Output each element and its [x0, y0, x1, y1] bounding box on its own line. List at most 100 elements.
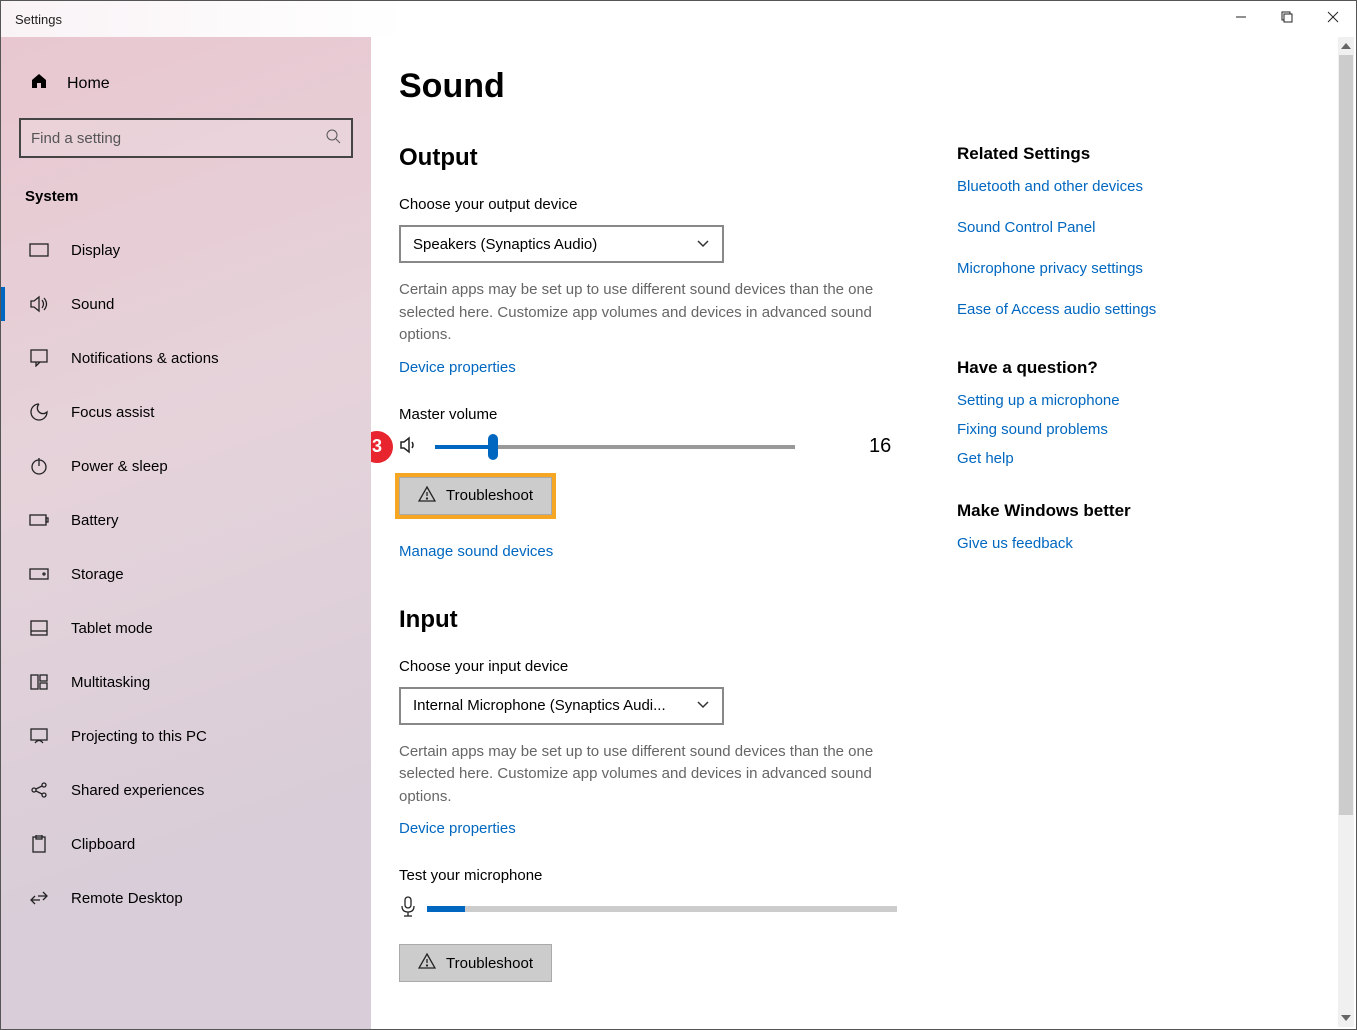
- search-input[interactable]: [31, 130, 325, 147]
- output-device-value: Speakers (Synaptics Audio): [413, 236, 597, 253]
- manage-sound-devices-link[interactable]: Manage sound devices: [399, 543, 553, 560]
- remote-desktop-icon: [29, 888, 49, 908]
- input-choose-label: Choose your input device: [399, 658, 909, 675]
- sidebar-item-storage[interactable]: Storage: [1, 547, 371, 601]
- tablet-icon: [29, 618, 49, 638]
- make-windows-better-heading: Make Windows better: [957, 501, 1207, 521]
- sidebar-item-remote-desktop[interactable]: Remote Desktop: [1, 871, 371, 925]
- display-icon: [29, 240, 49, 260]
- sidebar-item-projecting[interactable]: Projecting to this PC: [1, 709, 371, 763]
- window-controls: [1218, 1, 1356, 33]
- sidebar-item-label: Focus assist: [71, 404, 154, 421]
- chevron-down-icon: [696, 697, 710, 714]
- battery-icon: [29, 510, 49, 530]
- mic-level-row: [399, 896, 909, 922]
- input-desc: Certain apps may be set up to use differ…: [399, 741, 909, 809]
- callout-badge: 3: [371, 431, 393, 463]
- storage-icon: [29, 564, 49, 584]
- focus-assist-icon: [29, 402, 49, 422]
- output-device-select[interactable]: Speakers (Synaptics Audio): [399, 225, 724, 263]
- scrollbar-thumb[interactable]: [1339, 55, 1353, 815]
- titlebar: Settings: [1, 1, 1356, 37]
- warning-icon: [418, 952, 436, 974]
- sidebar-item-display[interactable]: Display: [1, 223, 371, 277]
- window-title: Settings: [15, 12, 62, 27]
- sidebar-item-label: Battery: [71, 512, 119, 529]
- maximize-button[interactable]: [1264, 1, 1310, 33]
- related-link-microphone-privacy[interactable]: Microphone privacy settings: [957, 260, 1207, 277]
- master-volume-label: Master volume: [399, 406, 909, 423]
- volume-slider[interactable]: [435, 445, 795, 449]
- volume-value: 16: [869, 435, 891, 458]
- speaker-icon: [399, 435, 421, 459]
- sidebar-item-battery[interactable]: Battery: [1, 493, 371, 547]
- output-heading: Output: [399, 144, 909, 172]
- category-label: System: [19, 182, 353, 223]
- input-troubleshoot-button[interactable]: Troubleshoot: [399, 944, 552, 982]
- troubleshoot-label: Troubleshoot: [446, 955, 533, 972]
- related-link-bluetooth[interactable]: Bluetooth and other devices: [957, 178, 1207, 195]
- sidebar-item-shared-experiences[interactable]: Shared experiences: [1, 763, 371, 817]
- sidebar-item-label: Tablet mode: [71, 620, 153, 637]
- search-icon: [325, 128, 341, 148]
- sidebar-item-label: Projecting to this PC: [71, 728, 207, 745]
- scroll-down-button[interactable]: [1338, 1009, 1354, 1027]
- sidebar-item-label: Storage: [71, 566, 124, 583]
- sidebar-item-notifications[interactable]: Notifications & actions: [1, 331, 371, 385]
- multitasking-icon: [29, 672, 49, 692]
- input-device-select[interactable]: Internal Microphone (Synaptics Audi...: [399, 687, 724, 725]
- help-link-fix-sound[interactable]: Fixing sound problems: [957, 421, 1207, 438]
- sidebar-item-focus-assist[interactable]: Focus assist: [1, 385, 371, 439]
- clipboard-icon: [29, 834, 49, 854]
- sidebar-item-label: Shared experiences: [71, 782, 204, 799]
- sidebar-item-label: Multitasking: [71, 674, 150, 691]
- sidebar-item-label: Remote Desktop: [71, 890, 183, 907]
- mic-level-meter: [427, 906, 897, 912]
- page-title: Sound: [399, 67, 1298, 106]
- warning-icon: [418, 485, 436, 507]
- nav-list: Display Sound Notifications & actions Fo…: [1, 223, 371, 925]
- input-device-value: Internal Microphone (Synaptics Audi...: [413, 697, 666, 714]
- home-link[interactable]: Home: [19, 63, 353, 118]
- sidebar-item-label: Sound: [71, 296, 114, 313]
- projecting-icon: [29, 726, 49, 746]
- close-button[interactable]: [1310, 1, 1356, 33]
- sidebar-item-power-sleep[interactable]: Power & sleep: [1, 439, 371, 493]
- related-link-sound-control-panel[interactable]: Sound Control Panel: [957, 219, 1207, 236]
- sidebar-item-label: Display: [71, 242, 120, 259]
- input-device-properties-link[interactable]: Device properties: [399, 820, 516, 837]
- sidebar: Home System Display Sound Notifications …: [1, 37, 371, 1029]
- output-choose-label: Choose your output device: [399, 196, 909, 213]
- have-question-heading: Have a question?: [957, 358, 1207, 378]
- output-desc: Certain apps may be set up to use differ…: [399, 279, 909, 347]
- sound-icon: [29, 294, 49, 314]
- search-box[interactable]: [19, 118, 353, 158]
- sidebar-item-label: Clipboard: [71, 836, 135, 853]
- output-troubleshoot-button[interactable]: Troubleshoot: [399, 477, 552, 515]
- notifications-icon: [29, 348, 49, 368]
- help-link-setup-microphone[interactable]: Setting up a microphone: [957, 392, 1207, 409]
- home-label: Home: [67, 75, 110, 93]
- output-device-properties-link[interactable]: Device properties: [399, 359, 516, 376]
- sidebar-item-label: Notifications & actions: [71, 350, 219, 367]
- microphone-icon: [399, 896, 417, 922]
- shared-icon: [29, 780, 49, 800]
- power-icon: [29, 456, 49, 476]
- scrollbar[interactable]: [1338, 37, 1354, 1027]
- minimize-button[interactable]: [1218, 1, 1264, 33]
- troubleshoot-label: Troubleshoot: [446, 487, 533, 504]
- sidebar-item-multitasking[interactable]: Multitasking: [1, 655, 371, 709]
- chevron-down-icon: [696, 236, 710, 253]
- feedback-link[interactable]: Give us feedback: [957, 535, 1207, 552]
- sidebar-item-clipboard[interactable]: Clipboard: [1, 817, 371, 871]
- help-link-get-help[interactable]: Get help: [957, 450, 1207, 467]
- related-settings-heading: Related Settings: [957, 144, 1207, 164]
- main-content: Sound Output Choose your output device S…: [371, 37, 1356, 1029]
- master-volume-row: 3 16: [399, 435, 909, 459]
- sidebar-item-tablet-mode[interactable]: Tablet mode: [1, 601, 371, 655]
- test-mic-label: Test your microphone: [399, 867, 909, 884]
- sidebar-item-sound[interactable]: Sound: [1, 277, 371, 331]
- home-icon: [29, 71, 49, 96]
- related-link-ease-of-access-audio[interactable]: Ease of Access audio settings: [957, 301, 1207, 318]
- scroll-up-button[interactable]: [1338, 37, 1354, 55]
